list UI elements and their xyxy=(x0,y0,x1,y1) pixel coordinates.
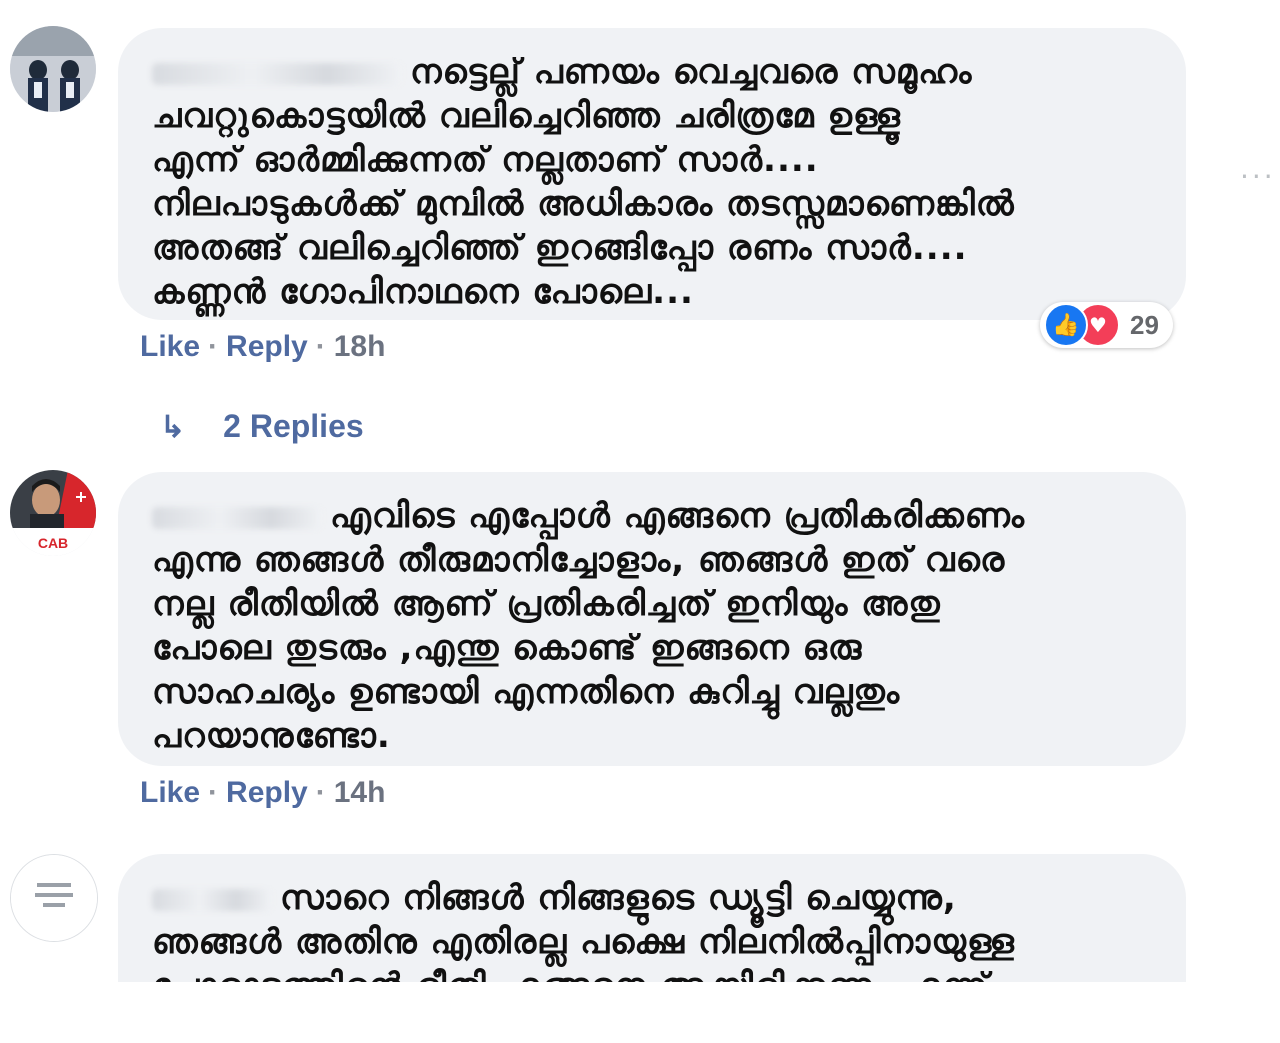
comment-line: നല്ല രീതിയിൽ ആണ് പ്രതികരിച്ചത് ഇനിയും അത… xyxy=(152,584,941,624)
comment-3: സാറെ നിങ്ങൾ നിങ്ങളുടെ ഡ്യൂട്ടി ചെയ്യുന്ന… xyxy=(0,850,1280,982)
author-name-redacted[interactable] xyxy=(152,506,322,529)
view-replies-link[interactable]: ↳ 2 Replies xyxy=(160,408,364,445)
comment-text: എവിടെ എപ്പോൾ എങ്ങനെ പ്രതികരിക്കണം എന്നു … xyxy=(152,494,1146,758)
comment-line: എന്നു ഞങ്ങൾ തീരുമാനിച്ചോളാം, ഞങ്ങൾ ഇത് വ… xyxy=(152,540,1006,580)
comment-line: എവിടെ എപ്പോൾ എങ്ങനെ പ്രതികരിക്കണം xyxy=(152,494,1146,538)
like-button[interactable]: Like xyxy=(140,330,200,363)
like-button[interactable]: Like xyxy=(140,776,200,809)
comment-line: പോരാട്ടത്തിന്റെ രീതി എങ്ങനെ ആയിരിക്കണം എ… xyxy=(152,964,1146,982)
author-name-redacted[interactable] xyxy=(152,888,272,911)
comment-line: സാറെ നിങ്ങൾ നിങ്ങളുടെ ഡ്യൂട്ടി ചെയ്യുന്ന… xyxy=(152,876,1146,920)
avatar-photo: CAB xyxy=(10,470,96,556)
more-options-icon[interactable]: ··· xyxy=(1240,160,1276,193)
separator-dot: · xyxy=(208,776,219,809)
comment-line: സാഹചര്യം ഉണ്ടായി എന്നതിനെ കുറിച്ചു വല്ലത… xyxy=(152,672,901,712)
separator-dot: · xyxy=(315,330,326,363)
comment-line: ഞങ്ങൾ അതിനു എതിരല്ല പക്ഷെ നിലനിൽപ്പിനായു… xyxy=(152,922,1015,962)
reply-button[interactable]: Reply xyxy=(226,330,308,363)
comment-line: പറയാനുണ്ടോ. xyxy=(152,716,391,756)
comment-line: നിലപാടുകൾക്ക് മുമ്പിൽ അധികാരം തടസ്സമാണെങ… xyxy=(152,184,1015,224)
like-reaction-icon: 👍 xyxy=(1044,303,1088,347)
comment-text: സാറെ നിങ്ങൾ നിങ്ങളുടെ ഡ്യൂട്ടി ചെയ്യുന്ന… xyxy=(152,876,1146,982)
reply-arrow-icon: ↳ xyxy=(160,411,186,444)
comment-timestamp[interactable]: 14h xyxy=(334,776,386,809)
replies-label: 2 Replies xyxy=(223,408,364,444)
reaction-count: 29 xyxy=(1130,309,1159,340)
reply-button[interactable]: Reply xyxy=(226,776,308,809)
avatar[interactable] xyxy=(10,26,96,112)
comment-actions: Like · Reply · 18h xyxy=(140,330,385,364)
comment-line: കണ്ണൻ ഗോപിനാഥനെ പോലെ... xyxy=(152,272,694,312)
comment-line: നട്ടെല്ല് പണയം വെച്ചവരെ സമൂഹം xyxy=(152,50,1146,94)
comment-line: അതങ്ങ് വലിച്ചെറിഞ്ഞ് ഇറങ്ങിപ്പോ രണം സാർ.… xyxy=(152,228,968,268)
avatar-label: CAB xyxy=(38,535,68,551)
comment-line: പോലെ തുടരും ,എന്തു കൊണ്ട് ഇങ്ങനെ ഒരു xyxy=(152,628,863,668)
separator-dot: · xyxy=(208,330,219,363)
comment-actions: Like · Reply · 14h xyxy=(140,776,385,810)
comment-line: ചവറ്റുകൊട്ടയിൽ വലിച്ചെറിഞ്ഞ ചരിത്രമേ ഉള്… xyxy=(152,96,901,136)
separator-dot: · xyxy=(315,776,326,809)
comment-timestamp[interactable]: 18h xyxy=(334,330,386,363)
avatar[interactable]: CAB xyxy=(10,470,96,556)
avatar-photo xyxy=(10,26,96,112)
reaction-summary[interactable]: 👍 ♥ 29 xyxy=(1040,302,1173,348)
author-name-redacted[interactable] xyxy=(152,62,402,85)
comment-line: എന്ന് ഓർമ്മിക്കുന്നത് നല്ലതാണ് സാർ.... xyxy=(152,140,819,180)
comment-bubble: സാറെ നിങ്ങൾ നിങ്ങളുടെ ഡ്യൂട്ടി ചെയ്യുന്ന… xyxy=(118,854,1186,982)
avatar-photo xyxy=(11,855,97,941)
comment-text: നട്ടെല്ല് പണയം വെച്ചവരെ സമൂഹം ചവറ്റുകൊട്… xyxy=(152,50,1146,314)
avatar[interactable] xyxy=(10,854,98,942)
comment-bubble: നട്ടെല്ല് പണയം വെച്ചവരെ സമൂഹം ചവറ്റുകൊട്… xyxy=(118,28,1186,320)
comment-bubble: എവിടെ എപ്പോൾ എങ്ങനെ പ്രതികരിക്കണം എന്നു … xyxy=(118,472,1186,766)
